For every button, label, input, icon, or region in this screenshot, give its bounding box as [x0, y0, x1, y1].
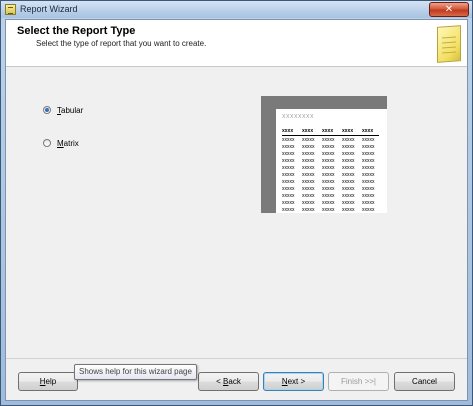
- preview-row: xxxxx xxxxx xxxxx xxxxx xxxxx: [282, 165, 379, 172]
- preview-cell: xxxxx: [362, 200, 375, 206]
- preview-cell: xxxxx: [302, 200, 315, 206]
- report-document-icon: [437, 25, 461, 63]
- preview-cell: xxxxx: [302, 165, 315, 171]
- preview-cell: xxxxx: [362, 137, 375, 143]
- preview-cell: xxxxx: [362, 144, 375, 150]
- preview-cell: xxxxx: [362, 207, 375, 213]
- preview-row: xxxxx xxxxx xxxxx xxxxx xxxxx: [282, 179, 379, 186]
- preview-cell: xxxxx: [282, 144, 295, 150]
- preview-cell: xxxxx: [282, 151, 295, 157]
- close-button[interactable]: ✕: [429, 2, 469, 17]
- preview-cell: xxxxx: [342, 165, 355, 171]
- preview-cell: xxxxx: [302, 151, 315, 157]
- preview-row: xxxxx xxxxx xxxxx xxxxx xxxxx: [282, 172, 379, 179]
- preview-cell: xxxxx: [322, 158, 335, 164]
- report-preview: xxxxxxxx xxxx xxxx xxxx xxxx xxxx xxxxx x…: [261, 96, 387, 213]
- preview-cell: xxxxx: [282, 207, 295, 213]
- preview-row: xxxxx xxxxx xxxxx xxxxx xxxxx: [282, 193, 379, 200]
- preview-row: xxxxx xxxxx xxxxx xxxxx xxxxx: [282, 158, 379, 165]
- finish-button[interactable]: Finish >>|: [328, 372, 389, 391]
- preview-cell: xxxxx: [302, 186, 315, 192]
- app-icon: [5, 4, 16, 15]
- preview-header-cell: xxxx: [282, 128, 294, 134]
- window-title: Report Wizard: [20, 4, 78, 14]
- preview-title: xxxxxxxx: [282, 113, 314, 120]
- preview-row: xxxxx xxxxx xxxxx xxxxx xxxxx: [282, 151, 379, 158]
- preview-cell: xxxxx: [342, 186, 355, 192]
- preview-cell: xxxxx: [342, 137, 355, 143]
- preview-cell: xxxxx: [282, 179, 295, 185]
- wizard-client-area: Select the Report Type Select the type o…: [5, 19, 468, 401]
- preview-row: xxxxx xxxxx xxxxx xxxxx xxxxx: [282, 186, 379, 193]
- preview-cell: xxxxx: [282, 172, 295, 178]
- preview-cell: xxxxx: [302, 137, 315, 143]
- radio-tabular-label[interactable]: Tabular: [57, 106, 83, 115]
- preview-cell: xxxxx: [282, 193, 295, 199]
- preview-cell: xxxxx: [342, 172, 355, 178]
- preview-cell: xxxxx: [362, 179, 375, 185]
- preview-header-cell: xxxx: [302, 128, 314, 134]
- preview-header-row: xxxx xxxx xxxx xxxx xxxx: [282, 128, 379, 136]
- preview-cell: xxxxx: [322, 165, 335, 171]
- preview-cell: xxxxx: [302, 179, 315, 185]
- preview-header-cell: xxxx: [322, 128, 334, 134]
- help-tooltip: Shows help for this wizard page: [74, 364, 197, 380]
- preview-cell: xxxxx: [302, 193, 315, 199]
- radio-tabular[interactable]: Tabular: [43, 104, 83, 116]
- preview-cell: xxxxx: [322, 186, 335, 192]
- preview-cell: xxxxx: [362, 158, 375, 164]
- preview-cell: xxxxx: [282, 165, 295, 171]
- preview-cell: xxxxx: [282, 200, 295, 206]
- footer-separator: [6, 358, 467, 359]
- title-bar[interactable]: Report Wizard ✕: [1, 1, 472, 18]
- preview-cell: xxxxx: [342, 207, 355, 213]
- preview-cell: xxxxx: [322, 193, 335, 199]
- radio-button-checked-icon[interactable]: [43, 106, 51, 114]
- page-title: Select the Report Type: [17, 25, 136, 37]
- radio-matrix[interactable]: Matrix: [43, 137, 79, 149]
- preview-cell: xxxxx: [302, 172, 315, 178]
- preview-cell: xxxxx: [302, 207, 315, 213]
- preview-cell: xxxxx: [362, 186, 375, 192]
- close-icon: ✕: [444, 4, 454, 15]
- preview-cell: xxxxx: [362, 172, 375, 178]
- preview-cell: xxxxx: [322, 151, 335, 157]
- page-subtitle: Select the type of report that you want …: [36, 39, 207, 48]
- preview-cell: xxxxx: [342, 151, 355, 157]
- preview-cell: xxxxx: [322, 207, 335, 213]
- preview-row: xxxxx xxxxx xxxxx xxxxx xxxxx: [282, 137, 379, 144]
- preview-cell: xxxxx: [362, 165, 375, 171]
- preview-cell: xxxxx: [342, 158, 355, 164]
- preview-cell: xxxxx: [302, 158, 315, 164]
- cancel-button[interactable]: Cancel: [394, 372, 455, 391]
- preview-cell: xxxxx: [342, 144, 355, 150]
- preview-cell: xxxxx: [322, 179, 335, 185]
- preview-cell: xxxxx: [342, 179, 355, 185]
- radio-matrix-label[interactable]: Matrix: [57, 139, 79, 148]
- preview-row: xxxxx xxxxx xxxxx xxxxx xxxxx: [282, 200, 379, 207]
- preview-header-cell: xxxx: [362, 128, 374, 134]
- preview-cell: xxxxx: [362, 151, 375, 157]
- preview-header-cell: xxxx: [342, 128, 354, 134]
- preview-cell: xxxxx: [282, 186, 295, 192]
- help-button[interactable]: Help: [18, 372, 78, 391]
- radio-button-unchecked-icon[interactable]: [43, 139, 51, 147]
- preview-row: xxxxx xxxxx xxxxx xxxxx xxxxx: [282, 144, 379, 151]
- report-wizard-window: Report Wizard ✕ Select the Report Type S…: [0, 0, 473, 406]
- preview-cell: xxxxx: [322, 200, 335, 206]
- preview-cell: xxxxx: [322, 144, 335, 150]
- preview-cell: xxxxx: [302, 144, 315, 150]
- preview-cell: xxxxx: [282, 158, 295, 164]
- next-button[interactable]: Next >: [263, 372, 324, 391]
- preview-cell: xxxxx: [322, 172, 335, 178]
- preview-row: xxxxx xxxxx xxxxx xxxxx xxxxx: [282, 207, 379, 213]
- preview-cell: xxxxx: [342, 200, 355, 206]
- preview-cell: xxxxx: [282, 137, 295, 143]
- preview-page: xxxxxxxx xxxx xxxx xxxx xxxx xxxx xxxxx x…: [276, 109, 387, 213]
- back-button[interactable]: < Back: [198, 372, 259, 391]
- preview-cell: xxxxx: [322, 137, 335, 143]
- wizard-header: Select the Report Type Select the type o…: [6, 20, 467, 67]
- preview-cell: xxxxx: [362, 193, 375, 199]
- preview-cell: xxxxx: [342, 193, 355, 199]
